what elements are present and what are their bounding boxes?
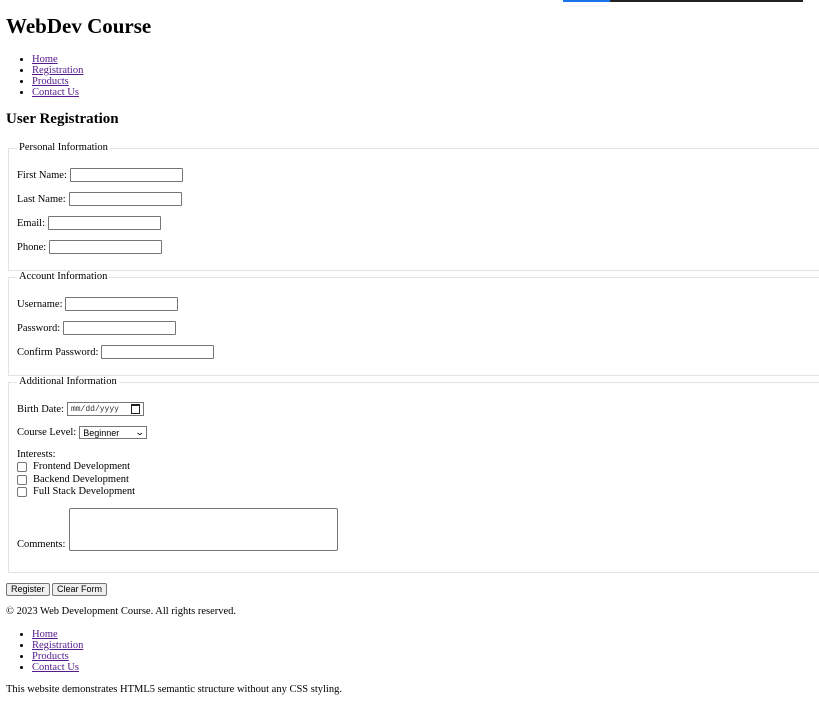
account-info-legend: Account Information xyxy=(17,271,110,283)
password-row: Password: xyxy=(17,321,177,335)
nav-link-registration[interactable]: Registration xyxy=(32,65,83,76)
phone-label: Phone: xyxy=(17,241,47,253)
first-name-label: First Name: xyxy=(17,169,67,181)
footer-nav-item-products: Products xyxy=(32,651,83,662)
first-name-input[interactable] xyxy=(69,168,183,182)
account-info-fieldset: Account Information Username: Password: … xyxy=(8,271,819,376)
interest-frontend-checkbox[interactable] xyxy=(17,461,27,472)
interest-frontend[interactable]: Frontend Development xyxy=(17,461,130,472)
nav-item-home: Home xyxy=(32,54,83,65)
course-level-row: Course Level: Beginner ⌄ xyxy=(17,426,148,439)
birth-date-placeholder: mm/dd/yyyy xyxy=(70,404,119,414)
last-name-input[interactable] xyxy=(68,192,182,206)
browser-top-strip xyxy=(563,0,803,2)
footer-note: This website demonstrates HTML5 semantic… xyxy=(6,684,342,695)
birth-date-input[interactable]: mm/dd/yyyy xyxy=(66,402,144,416)
interest-fullstack[interactable]: Full Stack Development xyxy=(17,486,135,497)
birth-date-label: Birth Date: xyxy=(17,403,64,415)
interest-fullstack-label: Full Stack Development xyxy=(33,486,136,497)
last-name-label: Last Name: xyxy=(17,193,66,205)
username-input[interactable] xyxy=(65,297,179,311)
page-title: User Registration xyxy=(6,111,119,127)
footer-link-contact[interactable]: Contact Us xyxy=(32,662,79,673)
additional-info-legend: Additional Information xyxy=(17,376,119,388)
birth-date-row: Birth Date: mm/dd/yyyy xyxy=(17,402,144,416)
main-nav: Home Registration Products Contact Us xyxy=(6,54,83,98)
interests-label: Interests: xyxy=(17,449,56,460)
footer-nav: Home Registration Products Contact Us xyxy=(6,629,83,673)
site-title: WebDev Course xyxy=(6,14,152,38)
email-label: Email: xyxy=(17,217,45,229)
personal-info-legend: Personal Information xyxy=(17,142,110,154)
chevron-down-icon: ⌄ xyxy=(134,427,145,437)
email-row: Email: xyxy=(17,216,161,230)
course-level-select[interactable]: Beginner ⌄ xyxy=(79,426,148,439)
comments-label: Comments: xyxy=(17,539,66,550)
interest-backend-checkbox[interactable] xyxy=(17,474,27,485)
footer-link-registration[interactable]: Registration xyxy=(32,640,83,651)
register-button[interactable]: Register xyxy=(6,583,50,596)
footer-link-home[interactable]: Home xyxy=(32,629,58,640)
course-level-label: Course Level: xyxy=(17,427,77,438)
comments-row: Comments: xyxy=(17,508,339,551)
nav-item-contact: Contact Us xyxy=(32,87,83,98)
comments-textarea[interactable] xyxy=(69,508,339,551)
footer-nav-item-home: Home xyxy=(32,629,83,640)
username-label: Username: xyxy=(17,298,63,310)
personal-info-fieldset: Personal Information First Name: Last Na… xyxy=(8,142,819,271)
calendar-icon[interactable] xyxy=(130,404,140,414)
email-input[interactable] xyxy=(48,216,161,230)
interest-fullstack-checkbox[interactable] xyxy=(17,486,27,497)
nav-item-products: Products xyxy=(32,76,83,87)
nav-link-products[interactable]: Products xyxy=(32,76,69,87)
confirm-password-label: Confirm Password: xyxy=(17,346,99,358)
additional-info-fieldset: Additional Information Birth Date: mm/dd… xyxy=(8,376,819,573)
phone-row: Phone: xyxy=(17,240,163,254)
interest-backend[interactable]: Backend Development xyxy=(17,474,129,485)
interest-backend-label: Backend Development xyxy=(33,474,129,485)
phone-input[interactable] xyxy=(49,240,163,254)
username-row: Username: xyxy=(17,297,179,311)
course-level-value: Beginner xyxy=(83,427,120,438)
last-name-row: Last Name: xyxy=(17,192,182,206)
password-input[interactable] xyxy=(63,321,177,335)
interests-heading-row: Interests: xyxy=(17,449,56,460)
nav-link-contact[interactable]: Contact Us xyxy=(32,87,79,98)
nav-link-home[interactable]: Home xyxy=(32,54,58,65)
footer-link-products[interactable]: Products xyxy=(32,651,69,662)
confirm-password-row: Confirm Password: xyxy=(17,345,215,359)
footer-nav-item-contact: Contact Us xyxy=(32,662,83,673)
first-name-row: First Name: xyxy=(17,168,183,182)
interest-frontend-label: Frontend Development xyxy=(33,461,131,472)
nav-item-registration: Registration xyxy=(32,65,83,76)
confirm-password-input[interactable] xyxy=(101,345,215,359)
footer-nav-item-registration: Registration xyxy=(32,640,83,651)
copyright-text: © 2023 Web Development Course. All right… xyxy=(6,606,237,617)
clear-form-button[interactable]: Clear Form xyxy=(52,583,108,596)
password-label: Password: xyxy=(17,322,61,334)
